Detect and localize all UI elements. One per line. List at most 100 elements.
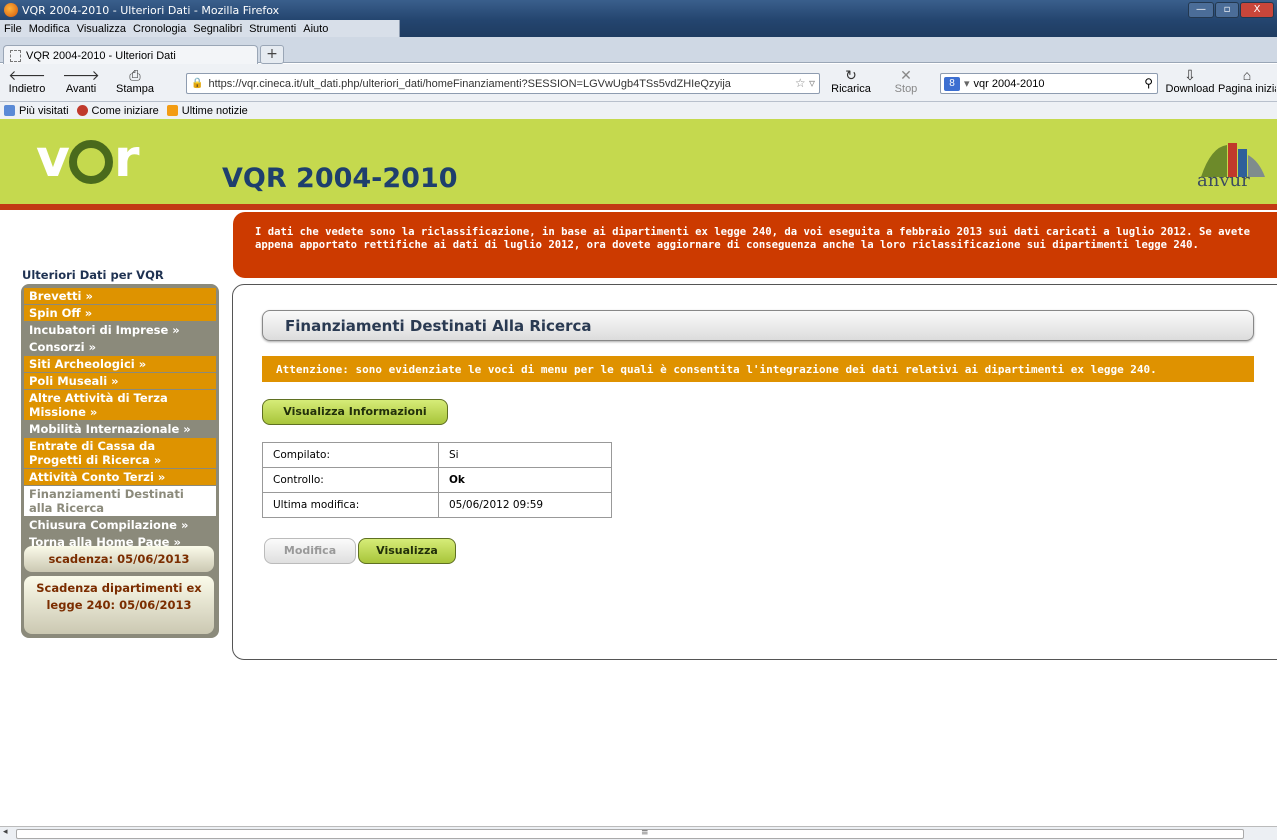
arrow-left-icon: 🡐 <box>8 67 46 83</box>
menu-aiuto[interactable]: Aiuto <box>303 23 328 35</box>
menu-segnalibri[interactable]: Segnalibri <box>193 23 242 35</box>
scrollbar-thumb[interactable]: ≡ <box>16 828 1244 839</box>
sidebar-item-finanziamenti[interactable]: Finanziamenti Destinati alla Ricerca <box>24 486 216 516</box>
sidebar-item-poli-museali[interactable]: Poli Museali » <box>24 373 216 389</box>
firefox-icon <box>4 3 18 17</box>
bookmark-come-iniziare[interactable]: Come iniziare <box>76 104 159 117</box>
close-button[interactable]: X <box>1240 2 1274 18</box>
reclassification-notice: I dati che vedete sono la riclassificazi… <box>233 212 1277 278</box>
tab-strip: VQR 2004-2010 - Ulteriori Dati + <box>0 37 1277 65</box>
sidebar-item-chiusura[interactable]: Chiusura Compilazione » <box>24 517 216 533</box>
vqr-logo[interactable]: vr <box>36 131 140 187</box>
scroll-left-icon[interactable]: ◂ <box>3 827 8 837</box>
stop-button[interactable]: ✕ Stop <box>886 67 926 95</box>
arrow-right-icon: 🡒 <box>62 67 100 83</box>
search-icon[interactable]: ⚲ <box>1144 76 1153 90</box>
sidebar-item-brevetti[interactable]: Brevetti » <box>24 288 216 304</box>
bookmark-star-icon[interactable]: ☆ ▿ <box>795 76 815 90</box>
site-header: vr VQR 2004-2010 anvur <box>0 119 1277 210</box>
show-info-button[interactable]: Visualizza Informazioni <box>262 399 448 425</box>
modify-button[interactable]: Modifica <box>264 538 356 564</box>
status-table: Compilato: Si Controllo: Ok Ultima modif… <box>262 442 612 518</box>
sidebar-item-conto-terzi[interactable]: Attività Conto Terzi » <box>24 469 216 485</box>
url-text: https://vqr.cineca.it/ult_dati.php/ulter… <box>208 77 731 90</box>
download-button[interactable]: ⇩ Download <box>1162 67 1218 95</box>
bookmark-label: Ultime notizie <box>181 104 248 117</box>
sidebar-item-entrate-cassa[interactable]: Entrate di Cassa da Progetti di Ricerca … <box>24 438 216 468</box>
site-title: VQR 2004-2010 <box>222 163 458 194</box>
download-label: Download <box>1165 83 1215 95</box>
search-engine-icon[interactable]: 8 <box>944 76 960 91</box>
print-label: Stampa <box>116 83 154 95</box>
sidebar-item-mobilita[interactable]: Mobilità Internazionale » <box>24 421 216 437</box>
table-label: Controllo: <box>262 467 439 493</box>
print-button[interactable]: ⎙ Stampa <box>114 67 156 95</box>
menu-visualizza[interactable]: Visualizza <box>77 23 126 35</box>
grip-icon: ≡ <box>641 828 649 838</box>
home-label: Pagina iniziale <box>1218 83 1276 95</box>
reload-button[interactable]: ↻ Ricarica <box>826 67 876 95</box>
table-value: Ok <box>438 467 612 493</box>
table-row: Controllo: Ok <box>262 467 612 493</box>
sidebar-title: Ulteriori Dati per VQR <box>22 268 164 282</box>
printer-icon: ⎙ <box>129 67 141 83</box>
forward-button[interactable]: 🡒 Avanti <box>60 67 102 95</box>
new-tab-button[interactable]: + <box>260 45 284 64</box>
bookmark-folder-icon <box>4 105 15 116</box>
sidebar-item-terza-missione[interactable]: Altre Attività di Terza Missione » <box>24 390 216 420</box>
bookmark-ultime-notizie[interactable]: Ultime notizie <box>166 104 248 117</box>
home-button[interactable]: ⌂ Pagina iniziale <box>1218 67 1276 95</box>
sidebar-item-incubatori[interactable]: Incubatori di Imprese » <box>24 322 216 338</box>
sidebar-item-consorzi[interactable]: Consorzi » <box>24 339 216 355</box>
department-deadline-badge: Scadenza dipartimenti ex legge 240: 05/0… <box>24 576 214 634</box>
home-icon: ⌂ <box>1242 67 1252 83</box>
menu-modifica[interactable]: Modifica <box>29 23 70 35</box>
view-button[interactable]: Visualizza <box>358 538 456 564</box>
header-stripe <box>0 204 1277 210</box>
horizontal-scrollbar[interactable]: ◂ ≡ <box>0 826 1277 840</box>
bookmark-label: Come iniziare <box>91 104 159 117</box>
table-label: Compilato: <box>262 442 439 468</box>
rss-icon <box>166 105 178 116</box>
table-label: Ultima modifica: <box>262 492 439 518</box>
forward-label: Avanti <box>65 83 97 95</box>
stop-icon: ✕ <box>900 67 912 83</box>
anvur-text: anvur <box>1197 170 1250 191</box>
menu-bar: File Modifica Visualizza Cronologia Segn… <box>0 20 400 37</box>
tab-title: VQR 2004-2010 - Ulteriori Dati <box>26 49 176 62</box>
page-heading: Finanziamenti Destinati Alla Ricerca <box>262 310 1254 341</box>
sidebar-menu: Brevetti » Spin Off » Incubatori di Impr… <box>21 284 219 638</box>
anvur-logo: anvur <box>1193 141 1273 193</box>
navigation-toolbar: 🡐 Indietro 🡒 Avanti ⎙ Stampa 🔒 https://v… <box>0 64 1277 102</box>
browser-tab[interactable]: VQR 2004-2010 - Ulteriori Dati <box>3 45 258 65</box>
table-row: Compilato: Si <box>262 442 612 468</box>
engine-dropdown-icon[interactable]: ▾ <box>964 77 970 90</box>
back-label: Indietro <box>8 83 46 95</box>
menu-file[interactable]: File <box>4 23 22 35</box>
bookmarks-toolbar: Più visitati Come iniziare Ultime notizi… <box>0 102 1277 119</box>
attention-banner: Attenzione: sono evidenziate le voci di … <box>262 356 1254 382</box>
back-button[interactable]: 🡐 Indietro <box>6 67 48 95</box>
menu-strumenti[interactable]: Strumenti <box>249 23 296 35</box>
lock-icon: 🔒 <box>191 78 204 89</box>
bookmark-piu-visitati[interactable]: Più visitati <box>4 105 69 117</box>
table-row: Ultima modifica: 05/06/2012 09:59 <box>262 492 612 518</box>
deadline-badge: scadenza: 05/06/2013 <box>24 546 214 572</box>
bookmark-label: Più visitati <box>19 104 69 117</box>
table-value: Si <box>438 442 612 468</box>
minimize-button[interactable]: — <box>1188 2 1214 18</box>
search-input[interactable]: vqr 2004-2010 <box>974 78 1045 90</box>
download-icon: ⇩ <box>1184 67 1196 83</box>
table-value: 05/06/2012 09:59 <box>438 492 612 518</box>
reload-label: Ricarica <box>831 83 871 95</box>
url-bar[interactable]: 🔒 https://vqr.cineca.it/ult_dati.php/ult… <box>186 73 820 94</box>
window-title-bar: VQR 2004-2010 - Ulteriori Dati - Mozilla… <box>0 0 1277 20</box>
reload-icon: ↻ <box>845 67 857 83</box>
page-icon <box>10 49 21 62</box>
sidebar-item-spin-off[interactable]: Spin Off » <box>24 305 216 321</box>
firefox-bookmark-icon <box>76 105 88 116</box>
sidebar-item-siti-archeologici[interactable]: Siti Archeologici » <box>24 356 216 372</box>
maximize-button[interactable]: ▫ <box>1215 2 1239 18</box>
search-box[interactable]: 8 ▾ vqr 2004-2010 ⚲ <box>940 73 1158 94</box>
menu-cronologia[interactable]: Cronologia <box>133 23 186 35</box>
